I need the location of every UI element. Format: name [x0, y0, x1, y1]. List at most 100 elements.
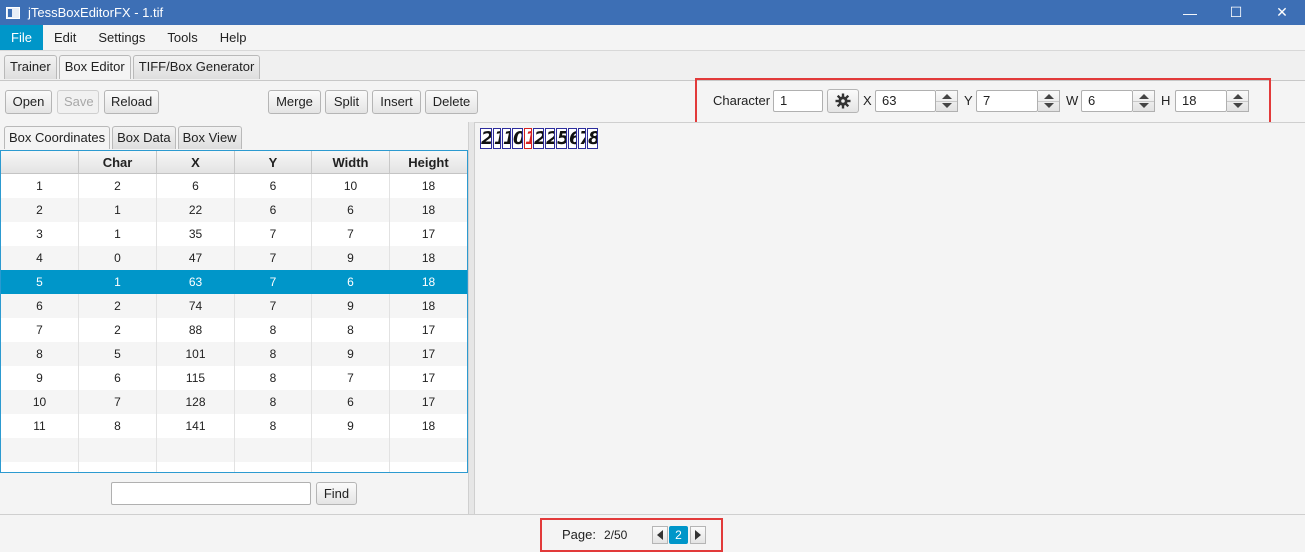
cell-empty	[312, 462, 390, 472]
cell-empty	[1, 462, 79, 472]
w-spinner[interactable]	[1133, 90, 1155, 112]
x-input[interactable]: 63	[875, 90, 936, 112]
reload-button[interactable]: Reload	[104, 90, 159, 114]
tab-box-coordinates[interactable]: Box Coordinates	[4, 126, 111, 149]
cell-index: 11	[1, 414, 79, 438]
column-header-width[interactable]: Width	[312, 151, 390, 173]
h-label: H	[1161, 93, 1171, 108]
cell-x: 47	[157, 246, 235, 270]
table-row[interactable]: 5 1 63 7 6 18	[1, 270, 467, 294]
glyph-box[interactable]: 8	[587, 128, 598, 149]
cell-width: 7	[312, 366, 390, 390]
glyph-box[interactable]: 0	[512, 128, 523, 149]
glyph-box[interactable]: 2	[480, 128, 492, 149]
tab-tiff-box-generator[interactable]: TIFF/Box Generator	[132, 55, 261, 79]
column-header-char[interactable]: Char	[79, 151, 157, 173]
column-header-x[interactable]: X	[157, 151, 235, 173]
box-coordinates-table[interactable]: Char X Y Width Height 1 2 6 6 10 18 2 1 22 6 6 18 3 1…	[0, 150, 468, 473]
table-row[interactable]: 7 2 88 8 8 17	[1, 318, 467, 342]
save-button[interactable]: Save	[57, 90, 99, 114]
table-row[interactable]: 8 5 101 8 9 17	[1, 342, 467, 366]
current-page-button[interactable]: 2	[669, 526, 688, 544]
cell-empty	[390, 462, 467, 472]
cell-height: 17	[421, 323, 436, 337]
glyph-box[interactable]: 6	[568, 128, 577, 149]
cell-empty	[79, 462, 157, 472]
column-header-index[interactable]	[1, 151, 79, 173]
table-row[interactable]: 6 2 74 7 9 18	[1, 294, 467, 318]
table-row[interactable]: 4 0 47 7 9 18	[1, 246, 467, 270]
cell-x: 141	[157, 414, 235, 438]
column-header-y[interactable]: Y	[235, 151, 312, 173]
cell-height: 17	[421, 395, 436, 409]
close-icon[interactable]: ✕	[1259, 0, 1305, 25]
column-header-height[interactable]: Height	[390, 151, 467, 173]
split-pane-divider[interactable]	[468, 122, 475, 514]
menu-settings[interactable]: Settings	[87, 25, 156, 50]
w-label: W	[1066, 93, 1079, 108]
cell-empty	[235, 462, 312, 472]
h-spinner[interactable]	[1227, 90, 1249, 112]
cell-width: 9	[312, 246, 390, 270]
cell-x: 88	[157, 318, 235, 342]
glyph-box[interactable]: 2	[545, 128, 555, 149]
x-spinner[interactable]	[936, 90, 958, 112]
box-sub-tabs: Box Coordinates Box Data Box View	[4, 126, 244, 150]
cell-height: 18	[421, 275, 436, 289]
y-label: Y	[964, 93, 973, 108]
menu-tools[interactable]: Tools	[156, 25, 208, 50]
menu-file[interactable]: File	[0, 25, 43, 50]
w-input[interactable]: 6	[1081, 90, 1133, 112]
cell-index: 3	[1, 222, 79, 246]
glyph-box[interactable]: 7	[578, 128, 586, 149]
glyph-box[interactable]: 2	[533, 128, 544, 149]
table-row[interactable]: 1 2 6 6 10 18	[1, 174, 467, 198]
delete-button[interactable]: Delete	[425, 90, 478, 114]
h-input[interactable]: 18	[1175, 90, 1227, 112]
image-view-pane[interactable]: 21101225678	[475, 122, 1305, 514]
cell-y: 8	[235, 414, 312, 438]
y-input[interactable]: 7	[976, 90, 1038, 112]
find-button[interactable]: Find	[316, 482, 357, 505]
table-row[interactable]: 9 6 115 8 7 17	[1, 366, 467, 390]
prev-page-button[interactable]	[652, 526, 668, 544]
menu-edit[interactable]: Edit	[43, 25, 87, 50]
glyph-box[interactable]: 1	[502, 128, 511, 149]
insert-button[interactable]: Insert	[372, 90, 421, 114]
next-page-button[interactable]	[690, 526, 706, 544]
cell-y: 7	[235, 222, 312, 246]
glyph-box[interactable]: 1	[524, 128, 532, 149]
merge-button[interactable]: Merge	[268, 90, 321, 114]
cell-height: 18	[421, 251, 436, 265]
y-spinner[interactable]	[1038, 90, 1060, 112]
cell-char: 1	[79, 270, 157, 294]
tab-box-view[interactable]: Box View	[177, 126, 242, 149]
x-label: X	[863, 93, 872, 108]
tab-box-data[interactable]: Box Data	[112, 126, 176, 149]
cell-x: 35	[157, 222, 235, 246]
cell-char: 5	[79, 342, 157, 366]
table-header: Char X Y Width Height	[1, 151, 467, 174]
cell-empty	[312, 438, 390, 462]
tab-box-editor[interactable]: Box Editor	[58, 55, 131, 79]
table-row[interactable]: 2 1 22 6 6 18	[1, 198, 467, 222]
gear-button[interactable]	[827, 89, 859, 113]
minimize-icon[interactable]: —	[1167, 0, 1213, 25]
maximize-icon[interactable]: ☐	[1213, 0, 1259, 25]
table-row[interactable]: 3 1 35 7 7 17	[1, 222, 467, 246]
table-row-empty	[1, 438, 467, 462]
cell-height: 18	[421, 299, 436, 313]
menu-help[interactable]: Help	[209, 25, 258, 50]
table-row[interactable]: 11 8 141 8 9 18	[1, 414, 467, 438]
cell-y: 8	[235, 366, 312, 390]
tab-trainer[interactable]: Trainer	[4, 55, 57, 79]
cell-y: 7	[235, 246, 312, 270]
table-row[interactable]: 10 7 128 8 6 17	[1, 390, 467, 414]
app-icon	[6, 6, 20, 19]
split-button[interactable]: Split	[325, 90, 368, 114]
glyph-box[interactable]: 1	[493, 128, 501, 149]
find-input[interactable]	[111, 482, 311, 505]
open-button[interactable]: Open	[5, 90, 52, 114]
glyph-box[interactable]: 5	[556, 128, 567, 149]
character-input[interactable]: 1	[773, 90, 823, 112]
